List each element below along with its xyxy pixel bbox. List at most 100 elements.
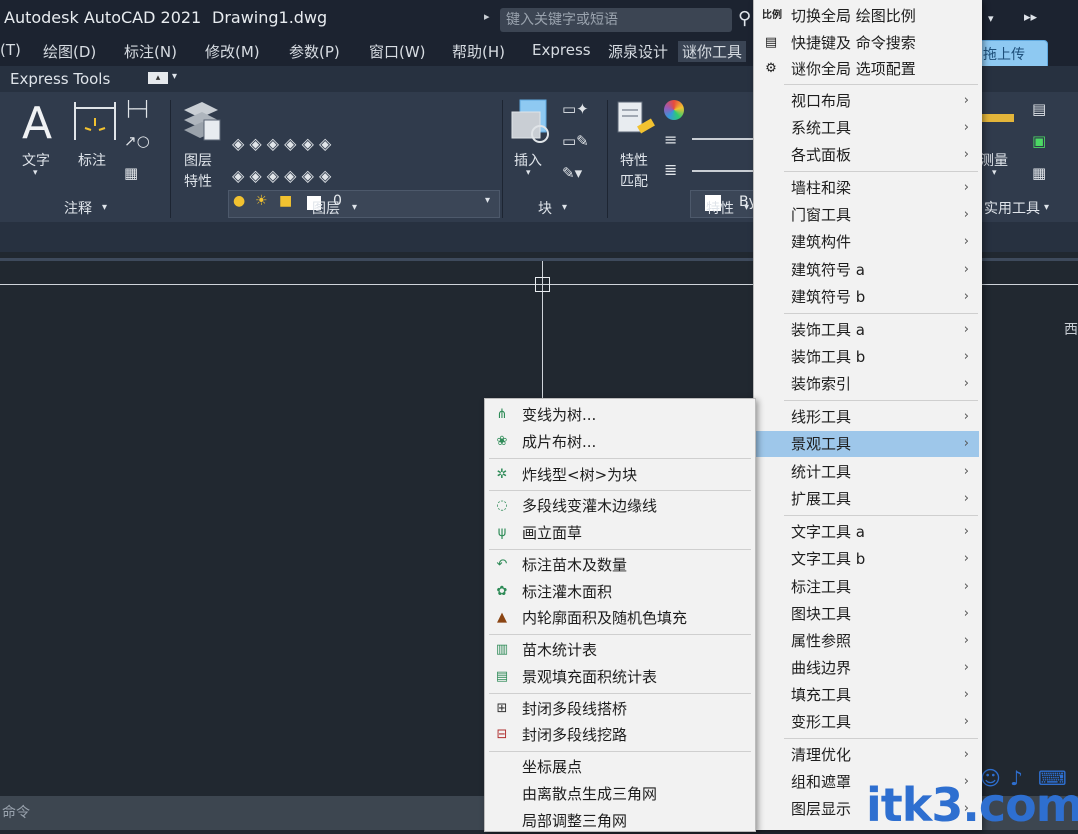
properties-panel-label[interactable]: 特性 <box>706 198 734 218</box>
submenu-landscape-fill-stats[interactable]: ▤ 景观填充面积统计表 <box>485 664 753 690</box>
menu-dimension[interactable]: 标注(N) <box>124 41 177 62</box>
menu-item-curve-boundary[interactable]: 曲线边界 › <box>754 655 979 681</box>
menu-item-toggle-scale[interactable]: 比例 切换全局 绘图比例 <box>754 3 979 29</box>
menu-item-hatch-tools[interactable]: 填充工具 › <box>754 682 979 708</box>
menu-window[interactable]: 窗口(W) <box>369 41 426 62</box>
block-panel-label[interactable]: 块 <box>538 198 552 218</box>
submenu-label-seedlings[interactable]: ↶ 标注苗木及数量 <box>485 552 753 578</box>
pdf-doc-icon: ▤ <box>764 35 778 50</box>
annotate-panel-dropdown-icon[interactable]: ▾ <box>102 202 107 213</box>
submenu-seedling-stats-table[interactable]: ▥ 苗木统计表 <box>485 637 753 663</box>
menu-mini-tools[interactable]: 谜你工具 <box>678 41 747 62</box>
submenu-line-to-tree[interactable]: ⋔ 变线为树... <box>485 402 753 428</box>
menu-help[interactable]: 帮助(H) <box>452 41 505 62</box>
menu-item-text-tools-b[interactable]: 文字工具 b › <box>754 546 979 572</box>
block-panel-dropdown-icon[interactable]: ▾ <box>562 202 567 213</box>
insert-dropdown-icon[interactable]: ▾ <box>526 168 531 178</box>
text-dropdown-icon[interactable]: ▾ <box>33 168 38 178</box>
menu-item-building-symbols-a[interactable]: 建筑符号 a › <box>754 257 979 283</box>
menu-item-options-config[interactable]: ⚙ 谜你全局 选项配置 <box>754 56 979 82</box>
chevron-right-icon: › <box>963 120 969 135</box>
menu-item-decoration-a[interactable]: 装饰工具 a › <box>754 317 979 343</box>
menu-item-text-tools-a[interactable]: 文字工具 a › <box>754 519 979 545</box>
menu-yuanquan[interactable]: 源泉设计 <box>608 41 668 62</box>
tab-dropdown-icon[interactable]: ▾ <box>172 71 177 82</box>
annotate-panel-label[interactable]: 注释 <box>64 198 92 218</box>
submenu-area-trees[interactable]: ❀ 成片布树... <box>485 429 753 455</box>
layer-tools-row2-icon[interactable]: ◈ ◈ ◈ ◈ ◈ ◈ <box>232 166 331 185</box>
submenu-closed-polyline-bridge[interactable]: ⊞ 封闭多段线搭桥 <box>485 696 753 722</box>
menu-item-purge-optimize[interactable]: 清理优化 › <box>754 742 979 768</box>
menu-item-statistics-tools[interactable]: 统计工具 › <box>754 459 979 485</box>
menu-item-shortcut-search[interactable]: ▤ 快捷键及 命令搜索 <box>754 30 979 56</box>
menu-draw[interactable]: 绘图(D) <box>43 41 96 62</box>
chevron-right-icon: › <box>963 409 969 424</box>
properties-panel-dropdown-icon[interactable]: ▾ <box>744 202 749 213</box>
submenu-elevation-grass[interactable]: ψ 画立面草 <box>485 520 753 546</box>
submenu-closed-polyline-road[interactable]: ⊟ 封闭多段线挖路 <box>485 722 753 748</box>
text-icon[interactable]: A <box>22 98 52 149</box>
menu-item-attribute-reference[interactable]: 属性参照 › <box>754 628 979 654</box>
menu-item-doors-windows[interactable]: 门窗工具 › <box>754 202 979 228</box>
expand-icon[interactable]: ▸▸ <box>1024 10 1037 25</box>
menu-item-landscape-tools[interactable]: 景观工具 › <box>754 431 979 457</box>
menu-item-building-components[interactable]: 建筑构件 › <box>754 229 979 255</box>
utilities-panel-dropdown-icon[interactable]: ▾ <box>1044 202 1049 213</box>
menu-express[interactable]: Express <box>532 41 591 59</box>
menu-item-decoration-b[interactable]: 装饰工具 b › <box>754 344 979 370</box>
leader-icon[interactable]: ↗○ <box>124 132 150 150</box>
contour-fill-icon: ▲ <box>497 610 507 625</box>
menu-item-linetype-tools[interactable]: 线形工具 › <box>754 404 979 430</box>
menu-item-extension-tools[interactable]: 扩展工具 › <box>754 486 979 512</box>
menu-item-viewport-layout[interactable]: 视口布局 › <box>754 88 979 114</box>
tab-express-tools[interactable]: Express Tools <box>10 70 110 88</box>
match-properties-icon[interactable] <box>616 100 658 140</box>
measure-ruler-icon[interactable] <box>980 114 1014 122</box>
utilities-panel-label[interactable]: 实用工具 <box>984 198 1040 218</box>
search-icon[interactable]: ⚲ <box>738 8 751 29</box>
shrub-area-icon: ✿ <box>496 584 508 599</box>
menu-item-system-tools[interactable]: 系统工具 › <box>754 115 979 141</box>
dropdown-icon[interactable]: ▾ <box>988 12 994 25</box>
linetype-icon[interactable]: ≣ <box>664 160 677 179</box>
menu-item-decoration-index[interactable]: 装饰索引 › <box>754 371 979 397</box>
lineweight-icon[interactable]: ≡ <box>664 130 677 149</box>
edit-block-icon[interactable]: ▭✎ <box>562 132 589 150</box>
menu-item-walls-beams[interactable]: 墙柱和梁 › <box>754 175 979 201</box>
layer-dropdown[interactable]: ● ☀ ■ 0 ▾ <box>228 190 500 218</box>
layer-tools-row1-icon[interactable]: ◈ ◈ ◈ ◈ ◈ ◈ <box>232 134 331 153</box>
menu-item-building-symbols-b[interactable]: 建筑符号 b › <box>754 284 979 310</box>
id-point-icon[interactable]: ▤ <box>1032 100 1046 118</box>
layers-panel-dropdown-icon[interactable]: ▾ <box>352 202 357 213</box>
search-input[interactable]: 键入关键字或短语 <box>500 8 732 32</box>
measure-dropdown-icon[interactable]: ▾ <box>992 168 997 178</box>
submenu-inner-contour-fill[interactable]: ▲ 内轮廓面积及随机色填充 <box>485 605 753 631</box>
chevron-right-icon: › <box>963 147 969 162</box>
menu-parametric[interactable]: 参数(P) <box>289 41 340 62</box>
minimize-ribbon-icon[interactable]: ▴ <box>148 72 168 84</box>
viewcube-west-label[interactable]: 西 <box>1064 319 1078 339</box>
submenu-shrub-edge[interactable]: ◌ 多段线变灌木边缘线 <box>485 493 753 519</box>
layer-properties-icon[interactable] <box>180 98 222 142</box>
select-all-icon[interactable]: ▣ <box>1032 132 1046 150</box>
menu-tools[interactable]: (T) <box>0 41 21 59</box>
linear-dim-icon[interactable]: ├─┤ <box>124 100 151 118</box>
dimension-icon[interactable] <box>72 100 118 142</box>
menu-item-dimension-tools[interactable]: 标注工具 › <box>754 574 979 600</box>
layers-panel-label[interactable]: 图层 <box>312 198 340 218</box>
insert-block-icon[interactable] <box>510 98 554 144</box>
submenu-adjust-triangulation[interactable]: 局部调整三角网 <box>485 808 753 834</box>
submenu-label-shrub-area[interactable]: ✿ 标注灌木面积 <box>485 579 753 605</box>
create-block-icon[interactable]: ▭✦ <box>562 100 589 118</box>
submenu-explode-tree-linetype[interactable]: ✲ 炸线型<树>为块 <box>485 462 753 488</box>
submenu-coordinate-points[interactable]: 坐标展点 <box>485 754 753 780</box>
calculator-icon[interactable]: ▦ <box>1032 164 1046 182</box>
table-icon[interactable]: ▦ <box>124 164 138 182</box>
menu-item-block-tools[interactable]: 图块工具 › <box>754 601 979 627</box>
edit-attributes-icon[interactable]: ✎▾ <box>562 164 582 182</box>
menu-item-transform-tools[interactable]: 变形工具 › <box>754 709 979 735</box>
menu-item-panels[interactable]: 各式面板 › <box>754 142 979 168</box>
submenu-triangulate-points[interactable]: 由离散点生成三角网 <box>485 781 753 807</box>
color-wheel-icon[interactable] <box>664 100 684 120</box>
menu-modify[interactable]: 修改(M) <box>205 41 260 62</box>
